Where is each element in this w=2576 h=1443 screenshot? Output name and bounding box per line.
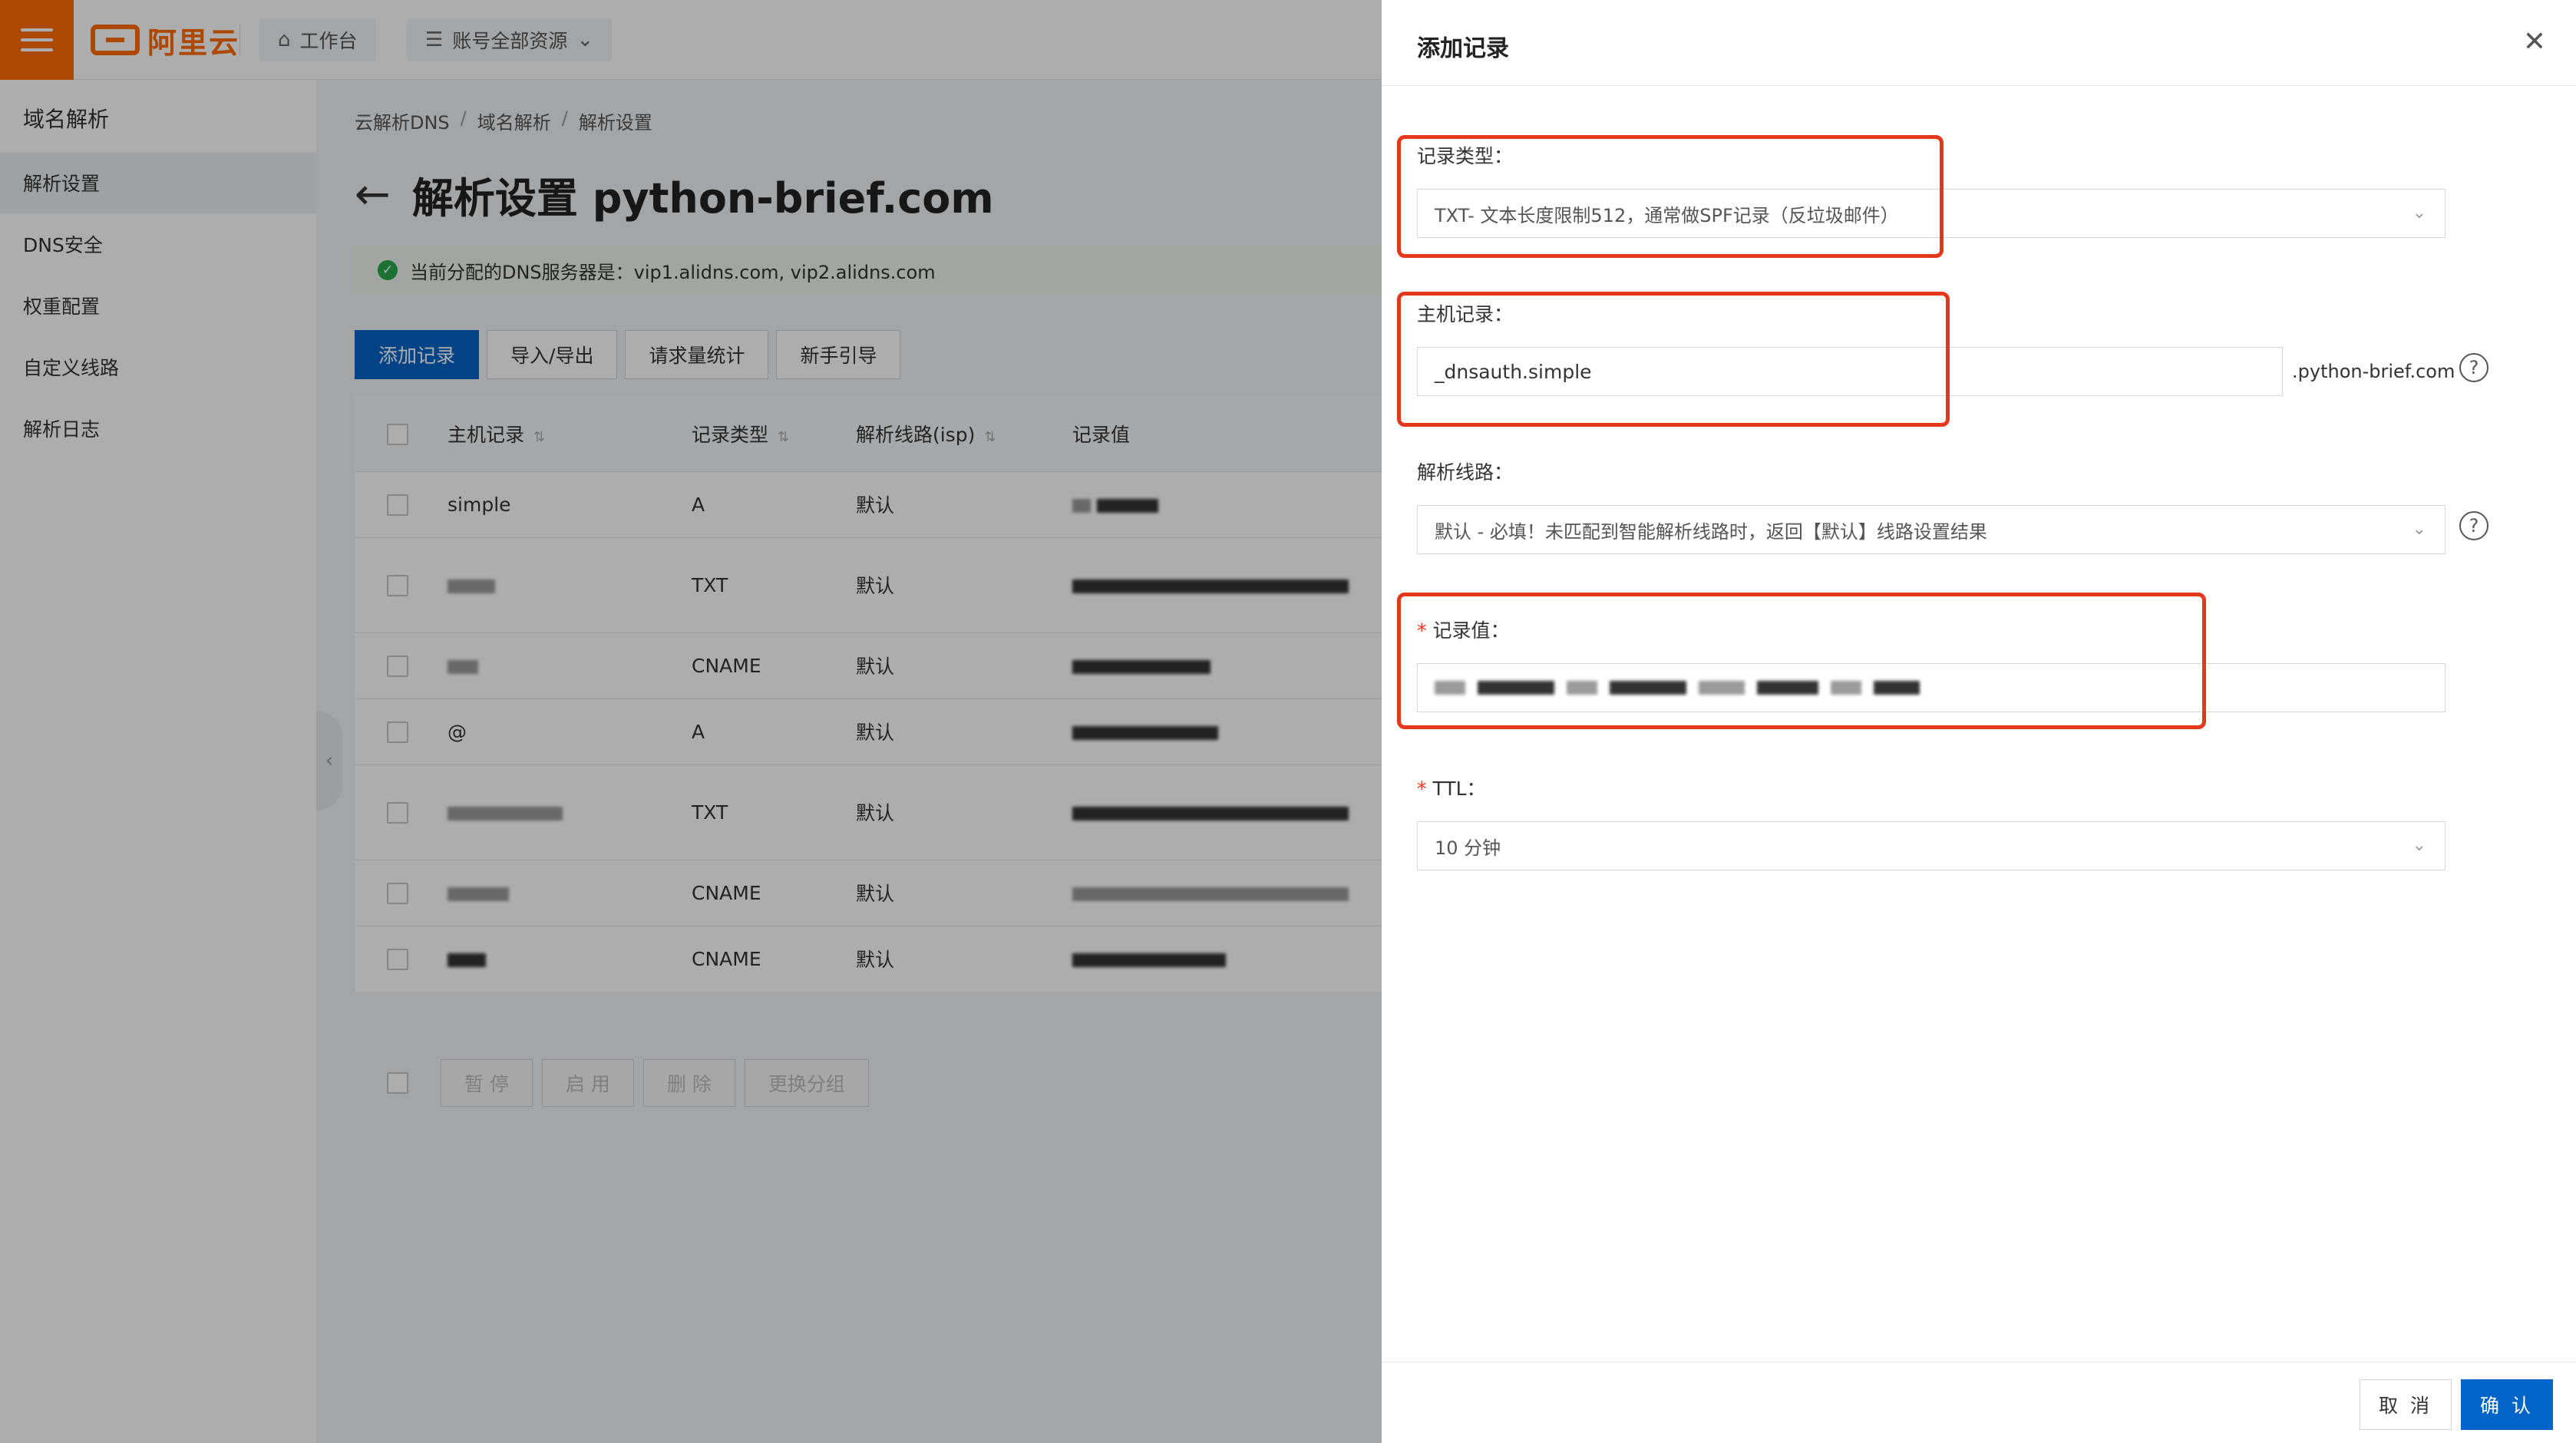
redacted-value — [1699, 681, 1745, 695]
host-input[interactable]: _dnsauth.simple — [1417, 347, 2283, 396]
line-label: 解析线路： — [1417, 461, 1514, 484]
modal-mask[interactable] — [0, 0, 1382, 1443]
help-icon[interactable]: ? — [2459, 353, 2488, 382]
redacted-value — [1478, 681, 1554, 695]
ttl-label: * TTL： — [1417, 774, 1486, 801]
record-type-value: TXT- 文本长度限制512，通常做SPF记录（反垃圾邮件） — [1435, 204, 1899, 226]
confirm-button[interactable]: 确 认 — [2461, 1379, 2553, 1430]
record-value-label-text: 记录值： — [1432, 619, 1510, 642]
record-value-input[interactable] — [1417, 663, 2446, 712]
drawer-header: 添加记录 ✕ — [1382, 0, 2576, 86]
record-value-label: * 记录值： — [1417, 616, 1510, 643]
redacted-value — [1610, 681, 1686, 695]
chevron-down-icon: ⌄ — [2412, 836, 2426, 855]
record-type-label: 记录类型： — [1417, 145, 1514, 167]
domain-suffix: .python-brief.com — [2292, 361, 2455, 382]
redacted-value — [1874, 681, 1920, 695]
redacted-value — [1757, 681, 1818, 695]
required-mark: * — [1417, 619, 1427, 642]
line-value: 默认 - 必填！未匹配到智能解析线路时，返回【默认】线路设置结果 — [1435, 520, 1987, 543]
close-icon[interactable]: ✕ — [2516, 23, 2553, 60]
cancel-button[interactable]: 取 消 — [2360, 1379, 2452, 1430]
chevron-down-icon: ⌄ — [2412, 203, 2426, 223]
required-mark: * — [1417, 778, 1427, 800]
ttl-value: 10 分钟 — [1435, 837, 1501, 859]
drawer-footer: 取 消 确 认 — [1382, 1362, 2576, 1443]
ttl-select[interactable]: 10 分钟 ⌄ — [1417, 821, 2446, 870]
drawer-title: 添加记录 — [1417, 35, 1509, 62]
help-icon[interactable]: ? — [2459, 511, 2488, 540]
redacted-value — [1435, 681, 1465, 695]
line-select[interactable]: 默认 - 必填！未匹配到智能解析线路时，返回【默认】线路设置结果 ⌄ — [1417, 505, 2446, 554]
host-label: 主机记录： — [1417, 303, 1514, 325]
redacted-value — [1567, 681, 1597, 695]
record-type-select[interactable]: TXT- 文本长度限制512，通常做SPF记录（反垃圾邮件） ⌄ — [1417, 189, 2446, 238]
add-record-drawer: 添加记录 ✕ 记录类型： TXT- 文本长度限制512，通常做SPF记录（反垃圾… — [1382, 0, 2576, 1443]
chevron-down-icon: ⌄ — [2412, 520, 2426, 539]
redacted-value — [1831, 681, 1861, 695]
ttl-label-text: TTL： — [1432, 778, 1486, 800]
